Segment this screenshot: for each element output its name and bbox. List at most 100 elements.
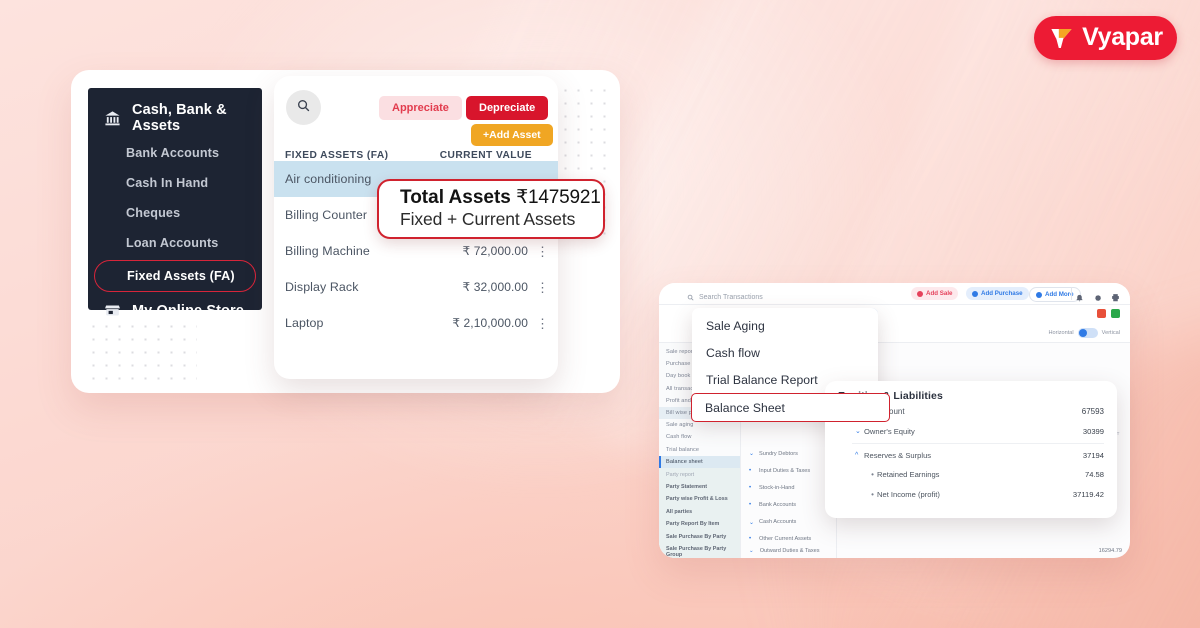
asset-name: Display Rack (285, 280, 359, 294)
sidebar-footer-label: My Online Store (132, 302, 244, 319)
add-more-button[interactable]: Add More (1029, 287, 1081, 302)
sidebar-item-fixed-assets[interactable]: Fixed Assets (FA) (94, 260, 256, 292)
tree-item-label: Stock-in-Hand (759, 484, 795, 491)
tree-item-other-current-assets[interactable]: • Other Current Assets (749, 531, 1130, 548)
search-transactions-field[interactable]: Search Transactions (687, 288, 763, 306)
equities-row-retained-earnings[interactable]: • Retained Earnings 74.58 (838, 465, 1104, 484)
nav-item-trial-balance[interactable]: Trial balance (659, 444, 740, 456)
equities-row-label: Owner's Equity (864, 426, 915, 436)
dropdown-item-balance-sheet[interactable]: Balance Sheet (691, 393, 890, 422)
outward-duties-row[interactable]: ⌄ Outward Duties & Taxes 16294.79 (741, 548, 1130, 554)
add-purchase-label: Add Purchase (981, 290, 1023, 297)
tree-item-label: Other Current Assets (759, 536, 812, 543)
equities-row-amount: 37119.42 (1072, 489, 1104, 499)
export-pdf-label: PDF (1097, 318, 1105, 323)
appreciate-button[interactable]: Appreciate (379, 96, 462, 120)
total-assets-subtitle: Fixed + Current Assets (400, 208, 576, 229)
toggle-switch[interactable] (1077, 328, 1098, 338)
reports-topbar: Search Transactions Add Sale Add Purchas… (659, 283, 1130, 305)
bullet-icon: • (749, 501, 752, 508)
add-sale-label: Add Sale (926, 290, 953, 297)
nav-item-cash-flow[interactable]: Cash flow (659, 431, 740, 443)
chevron-down-icon: ⌄ (749, 451, 755, 458)
decorative-dots (87, 320, 197, 380)
bullet-icon: • (871, 489, 874, 499)
asset-name: Billing Machine (285, 244, 370, 258)
toggle-label-vertical: Vertical (1101, 330, 1120, 336)
equities-row-reserves-surplus[interactable]: ^ Reserves & Surplus 37194 (838, 446, 1104, 465)
store-icon (104, 302, 121, 319)
orientation-toggle[interactable]: Horizontal Vertical (1048, 328, 1120, 338)
outward-duties-value: 16294.79 (1098, 548, 1122, 554)
nav-item-sale-purchase-by-party-group[interactable]: Sale Purchase By Party Group (659, 542, 740, 558)
toggle-label-horizontal: Horizontal (1048, 330, 1074, 336)
export-excel-button[interactable]: XLS (1111, 309, 1120, 323)
nav-item-sale-purchase-by-party[interactable]: Sale Purchase By Party (659, 530, 740, 543)
outward-duties-label: Outward Duties & Taxes (759, 548, 820, 554)
add-purchase-button[interactable]: Add Purchase (966, 287, 1029, 300)
column-header-current-value: CURRENT VALUE (439, 150, 532, 161)
sidebar-item-bank-accounts[interactable]: Bank Accounts (88, 138, 262, 168)
search-button[interactable] (286, 90, 321, 125)
asset-value-cell: ₹ 32,000.00 ⋮ (462, 280, 549, 294)
asset-value-cell: ₹ 2,10,000.00 ⋮ (452, 316, 549, 330)
sidebar-item-my-online-store[interactable]: My Online Store (88, 298, 262, 323)
export-excel-label: XLS (1111, 318, 1119, 323)
export-pdf-button[interactable]: PDF (1097, 309, 1106, 323)
dropdown-item-cash-flow[interactable]: Cash flow (692, 339, 878, 366)
table-row[interactable]: Display Rack ₹ 32,000.00 ⋮ (274, 269, 558, 305)
equities-row-amount: 67593 (1081, 407, 1104, 417)
bank-icon (104, 110, 121, 127)
column-header-fixed-assets: FIXED ASSETS (FA) (285, 150, 389, 161)
chevron-down-icon: ⌄ (749, 519, 755, 526)
equities-row-label: Retained Earnings (877, 470, 940, 480)
equities-row-label: Net Income (profit) (877, 489, 940, 499)
equities-divider (852, 442, 1104, 444)
total-assets-line: Total Assets ₹1475921 (400, 186, 603, 209)
sidebar-header-label: Cash, Bank & Assets (132, 102, 227, 134)
plus-circle-icon (917, 290, 923, 297)
sidebar-item-cash-in-hand[interactable]: Cash In Hand (88, 168, 262, 198)
add-asset-button[interactable]: +Add Asset (471, 124, 553, 146)
nav-item-party-statement[interactable]: Party Statement (659, 480, 740, 494)
nav-item-all-parties[interactable]: All parties (659, 505, 740, 518)
chevron-down-icon: ⌄ (749, 548, 754, 554)
asset-value-cell: ₹ 72,000.00 ⋮ (463, 244, 549, 258)
row-menu-icon[interactable]: ⋮ (536, 281, 549, 294)
bullet-icon: • (749, 484, 752, 491)
tree-item-label: Cash Accounts (759, 519, 797, 526)
equities-row-amount: 74.58 (1084, 470, 1104, 480)
asset-name: Air conditioning (285, 172, 372, 186)
sidebar-item-loan-accounts[interactable]: Loan Accounts (88, 228, 262, 258)
equities-row-amount: 37194 (1082, 450, 1104, 460)
row-menu-icon[interactable]: ⋮ (536, 245, 549, 258)
dropdown-item-sale-aging[interactable]: Sale Aging (692, 312, 878, 339)
asset-name: Laptop (285, 316, 324, 330)
tree-item-label: Bank Accounts (759, 501, 797, 508)
nav-section-party-report: Party report (659, 467, 740, 481)
equities-row-owners-equity[interactable]: ⌄ Owner's Equity 30399 (838, 421, 1104, 440)
search-icon (687, 288, 694, 306)
sidebar-item-cheques[interactable]: Cheques (88, 198, 262, 228)
chevron-down-icon: ⌄ (855, 428, 861, 436)
add-sale-button[interactable]: Add Sale (911, 287, 959, 300)
add-more-label: Add More (1045, 291, 1074, 298)
toolbar-divider (1071, 287, 1072, 300)
total-assets-label: Total Assets (400, 186, 511, 208)
nav-item-party-wise-profit-loss[interactable]: Party wise Profit & Loss (659, 493, 740, 506)
depreciate-button[interactable]: Depreciate (466, 96, 549, 120)
panel-toolbar: Appreciate Depreciate +Add Asset (274, 76, 558, 148)
equities-row-label: Reserves & Surplus (864, 450, 932, 460)
asset-value: ₹ 32,000.00 (462, 280, 528, 294)
plus-circle-icon (972, 290, 978, 297)
asset-name: Billing Counter (285, 208, 368, 222)
asset-table-header: FIXED ASSETS (FA) CURRENT VALUE (274, 148, 558, 161)
search-transactions-placeholder: Search Transactions (699, 293, 763, 301)
row-menu-icon[interactable]: ⋮ (536, 317, 549, 330)
nav-item-party-report-by-item[interactable]: Party Report By Item (659, 518, 740, 531)
nav-item-balance-sheet[interactable]: Balance sheet (659, 455, 740, 468)
table-row[interactable]: Laptop ₹ 2,10,000.00 ⋮ (274, 305, 558, 341)
equities-row-net-income[interactable]: • Net Income (profit) 37119.42 (838, 485, 1104, 504)
reports-dropdown: Sale Aging Cash flow Trial Balance Repor… (691, 308, 890, 422)
plus-circle-icon (1036, 291, 1042, 298)
